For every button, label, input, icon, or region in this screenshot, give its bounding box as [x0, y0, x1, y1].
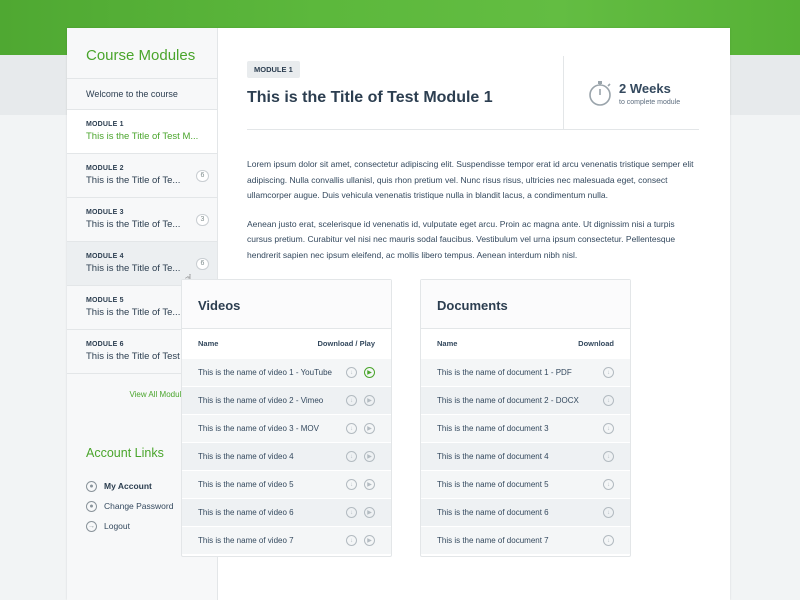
- sidebar-module-1[interactable]: MODULE 1 This is the Title of Test M...: [67, 110, 217, 154]
- document-row[interactable]: This is the name of document 6 ↓: [421, 498, 630, 526]
- document-row[interactable]: This is the name of document 7 ↓: [421, 526, 630, 554]
- download-icon[interactable]: ↓: [603, 479, 614, 490]
- video-row[interactable]: This is the name of video 2 - Vimeo ↓ ▶: [182, 386, 391, 414]
- col-action: Download: [578, 339, 614, 348]
- sidebar-title: Course Modules: [67, 28, 217, 79]
- download-icon[interactable]: ↓: [346, 479, 357, 490]
- col-action: Download / Play: [317, 339, 375, 348]
- document-name: This is the name of document 3: [437, 424, 549, 433]
- link-label: My Account: [104, 481, 152, 491]
- download-icon[interactable]: ↓: [603, 451, 614, 462]
- document-row[interactable]: This is the name of document 1 - PDF ↓: [421, 358, 630, 386]
- documents-list: This is the name of document 1 - PDF ↓ T…: [421, 358, 630, 554]
- document-row[interactable]: This is the name of document 4 ↓: [421, 442, 630, 470]
- video-row[interactable]: This is the name of video 4 ↓ ▶: [182, 442, 391, 470]
- play-icon[interactable]: ▶: [364, 423, 375, 434]
- download-icon[interactable]: ↓: [346, 395, 357, 406]
- video-row[interactable]: This is the name of video 5 ↓ ▶: [182, 470, 391, 498]
- logout-icon: →: [86, 520, 97, 532]
- download-icon[interactable]: ↓: [346, 535, 357, 546]
- download-icon[interactable]: ↓: [603, 367, 614, 378]
- document-name: This is the name of document 7: [437, 536, 549, 545]
- resource-panels: Videos Name Download / Play This is the …: [181, 279, 631, 557]
- video-row[interactable]: This is the name of video 3 - MOV ↓ ▶: [182, 414, 391, 442]
- description-paragraph: Lorem ipsum dolor sit amet, consectetur …: [247, 159, 694, 200]
- duration-caption: to complete module: [619, 98, 681, 106]
- download-icon[interactable]: ↓: [603, 395, 614, 406]
- videos-table-header: Name Download / Play: [182, 329, 391, 358]
- play-icon[interactable]: ▶: [364, 535, 375, 546]
- document-name: This is the name of document 6: [437, 508, 549, 517]
- video-name: This is the name of video 4: [198, 452, 294, 461]
- document-name: This is the name of document 4: [437, 452, 549, 461]
- module-header: MODULE 1 This is the Title of Test Modul…: [247, 56, 699, 130]
- document-row[interactable]: This is the name of document 5 ↓: [421, 470, 630, 498]
- download-icon[interactable]: ↓: [346, 423, 357, 434]
- video-name: This is the name of video 3 - MOV: [198, 424, 319, 433]
- module-count-badge: 6: [196, 170, 209, 182]
- link-label: Logout: [104, 521, 130, 531]
- document-row[interactable]: This is the name of document 3 ↓: [421, 414, 630, 442]
- download-icon[interactable]: ↓: [346, 507, 357, 518]
- download-icon[interactable]: ↓: [603, 507, 614, 518]
- play-icon[interactable]: ▶: [364, 507, 375, 518]
- play-icon[interactable]: ▶: [364, 395, 375, 406]
- video-row[interactable]: This is the name of video 1 - YouTube ↓ …: [182, 358, 391, 386]
- sidebar-module-3[interactable]: MODULE 3 This is the Title of Te... 3: [67, 198, 217, 242]
- document-name: This is the name of document 1 - PDF: [437, 368, 572, 377]
- stopwatch-icon: [589, 81, 611, 106]
- page-title: This is the Title of Test Module 1: [247, 89, 493, 106]
- video-row[interactable]: This is the name of video 6 ↓ ▶: [182, 498, 391, 526]
- document-name: This is the name of document 5: [437, 480, 549, 489]
- videos-panel: Videos Name Download / Play This is the …: [181, 279, 392, 557]
- download-icon[interactable]: ↓: [603, 423, 614, 434]
- video-name: This is the name of video 5: [198, 480, 294, 489]
- videos-list: This is the name of video 1 - YouTube ↓ …: [182, 358, 391, 554]
- video-name: This is the name of video 7: [198, 536, 294, 545]
- download-icon[interactable]: ↓: [346, 451, 357, 462]
- video-name: This is the name of video 1 - YouTube: [198, 368, 333, 377]
- video-name: This is the name of video 2 - Vimeo: [198, 396, 324, 405]
- lock-icon: ●: [86, 500, 97, 512]
- video-row[interactable]: This is the name of video 7 ↓ ▶: [182, 526, 391, 554]
- play-icon[interactable]: ▶: [364, 479, 375, 490]
- welcome-link[interactable]: Welcome to the course: [67, 79, 217, 110]
- duration-value: 2 Weeks: [619, 80, 671, 96]
- module-title: This is the Title of Test M...: [86, 131, 199, 142]
- play-icon[interactable]: ▶: [364, 451, 375, 462]
- documents-table-header: Name Download: [421, 329, 630, 358]
- module-label: MODULE 1: [86, 121, 124, 128]
- col-name: Name: [437, 339, 458, 348]
- sidebar-module-2[interactable]: MODULE 2 This is the Title of Te... 6: [67, 154, 217, 198]
- download-icon[interactable]: ↓: [603, 535, 614, 546]
- user-icon: ●: [86, 480, 97, 492]
- documents-panel: Documents Name Download This is the name…: [420, 279, 631, 557]
- description-paragraph: Aenean justo erat, scelerisque id venena…: [247, 218, 676, 260]
- module-count-badge: 3: [196, 214, 209, 226]
- videos-title: Videos: [182, 280, 391, 329]
- duration-block: 2 Weeks to complete module: [563, 56, 699, 130]
- module-chip: MODULE 1: [247, 61, 300, 78]
- col-name: Name: [198, 339, 219, 348]
- link-label: Change Password: [104, 501, 174, 511]
- documents-title: Documents: [421, 280, 630, 329]
- module-count-badge: 6: [196, 258, 209, 270]
- document-name: This is the name of document 2 - DOCX: [437, 396, 579, 405]
- play-icon[interactable]: ▶: [364, 367, 375, 378]
- download-icon[interactable]: ↓: [346, 367, 357, 378]
- video-name: This is the name of video 6: [198, 508, 294, 517]
- document-row[interactable]: This is the name of document 2 - DOCX ↓: [421, 386, 630, 414]
